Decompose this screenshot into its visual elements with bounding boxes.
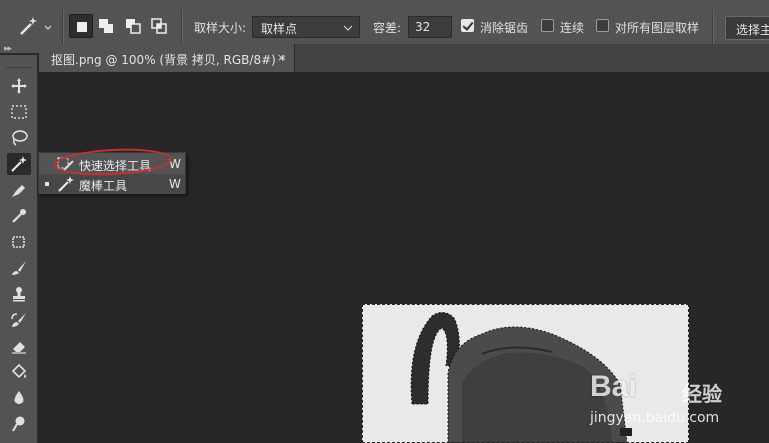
pen-icon[interactable] [7, 179, 31, 201]
anti-alias-label: 消除锯齿 [480, 21, 529, 35]
eraser-icon[interactable] [7, 335, 31, 357]
marquee-icon[interactable] [7, 101, 31, 123]
divider [712, 10, 713, 44]
lasso-icon[interactable] [7, 127, 31, 149]
divider [6, 67, 32, 68]
sample-all-layers-label: 对所有图层取样 [615, 21, 700, 35]
image-selection[interactable] [362, 304, 689, 443]
move-icon[interactable] [7, 75, 31, 97]
eyedropper-icon[interactable] [7, 205, 31, 227]
brush-icon[interactable] [7, 257, 31, 279]
chevron-down-icon[interactable] [44, 21, 52, 30]
magic-wand-icon[interactable] [7, 153, 31, 175]
add-to-selection-button[interactable] [94, 14, 118, 38]
sample-size-select[interactable]: 取样点 [252, 16, 360, 38]
divider [181, 10, 182, 44]
document-tab-strip: 抠图.png @ 100% (背景 拷贝, RGB/8#) * × [39, 44, 769, 72]
history-brush-icon[interactable] [7, 309, 31, 331]
intersect-selection-button[interactable] [147, 14, 171, 38]
stamp-icon[interactable] [7, 283, 31, 305]
magic-wand-icon [57, 176, 75, 195]
blur-icon[interactable] [7, 387, 31, 409]
flyout-item-label: 魔棒工具 [79, 179, 128, 193]
sample-size-label: 取样大小: [194, 21, 247, 35]
tolerance-label: 容差: [373, 21, 402, 35]
crop-icon[interactable] [7, 231, 31, 253]
magic-wand-icon[interactable] [18, 15, 40, 37]
divider [62, 10, 63, 44]
document-tab-title: 抠图.png @ 100% (背景 拷贝, RGB/8#) * [51, 53, 286, 67]
tools-panel [0, 55, 38, 443]
panel-collapse-icon[interactable]: ▸▸ [4, 44, 12, 54]
subtract-from-selection-button[interactable] [121, 14, 145, 38]
flyout-item-magic-wand[interactable]: 魔棒工具 W [39, 174, 185, 194]
anti-alias-checkbox[interactable] [461, 19, 474, 32]
new-selection-button[interactable] [69, 14, 93, 38]
paint-bucket-icon[interactable] [7, 361, 31, 383]
dodge-icon[interactable] [7, 413, 31, 435]
tolerance-input[interactable]: 32 [408, 16, 452, 38]
flyout-item-shortcut: W [169, 177, 181, 191]
chevron-down-icon [343, 22, 353, 32]
document-tab[interactable]: 抠图.png @ 100% (背景 拷贝, RGB/8#) * × [39, 44, 295, 72]
contiguous-checkbox[interactable] [541, 19, 554, 32]
contiguous-label: 连续 [560, 21, 585, 35]
select-subject-button[interactable]: 选择主体 [725, 16, 769, 40]
active-tool-indicator [45, 182, 49, 186]
close-icon[interactable]: × [277, 51, 286, 64]
sample-all-layers-checkbox[interactable] [596, 19, 609, 32]
backpack-image [410, 312, 632, 443]
sample-size-value: 取样点 [261, 22, 298, 36]
